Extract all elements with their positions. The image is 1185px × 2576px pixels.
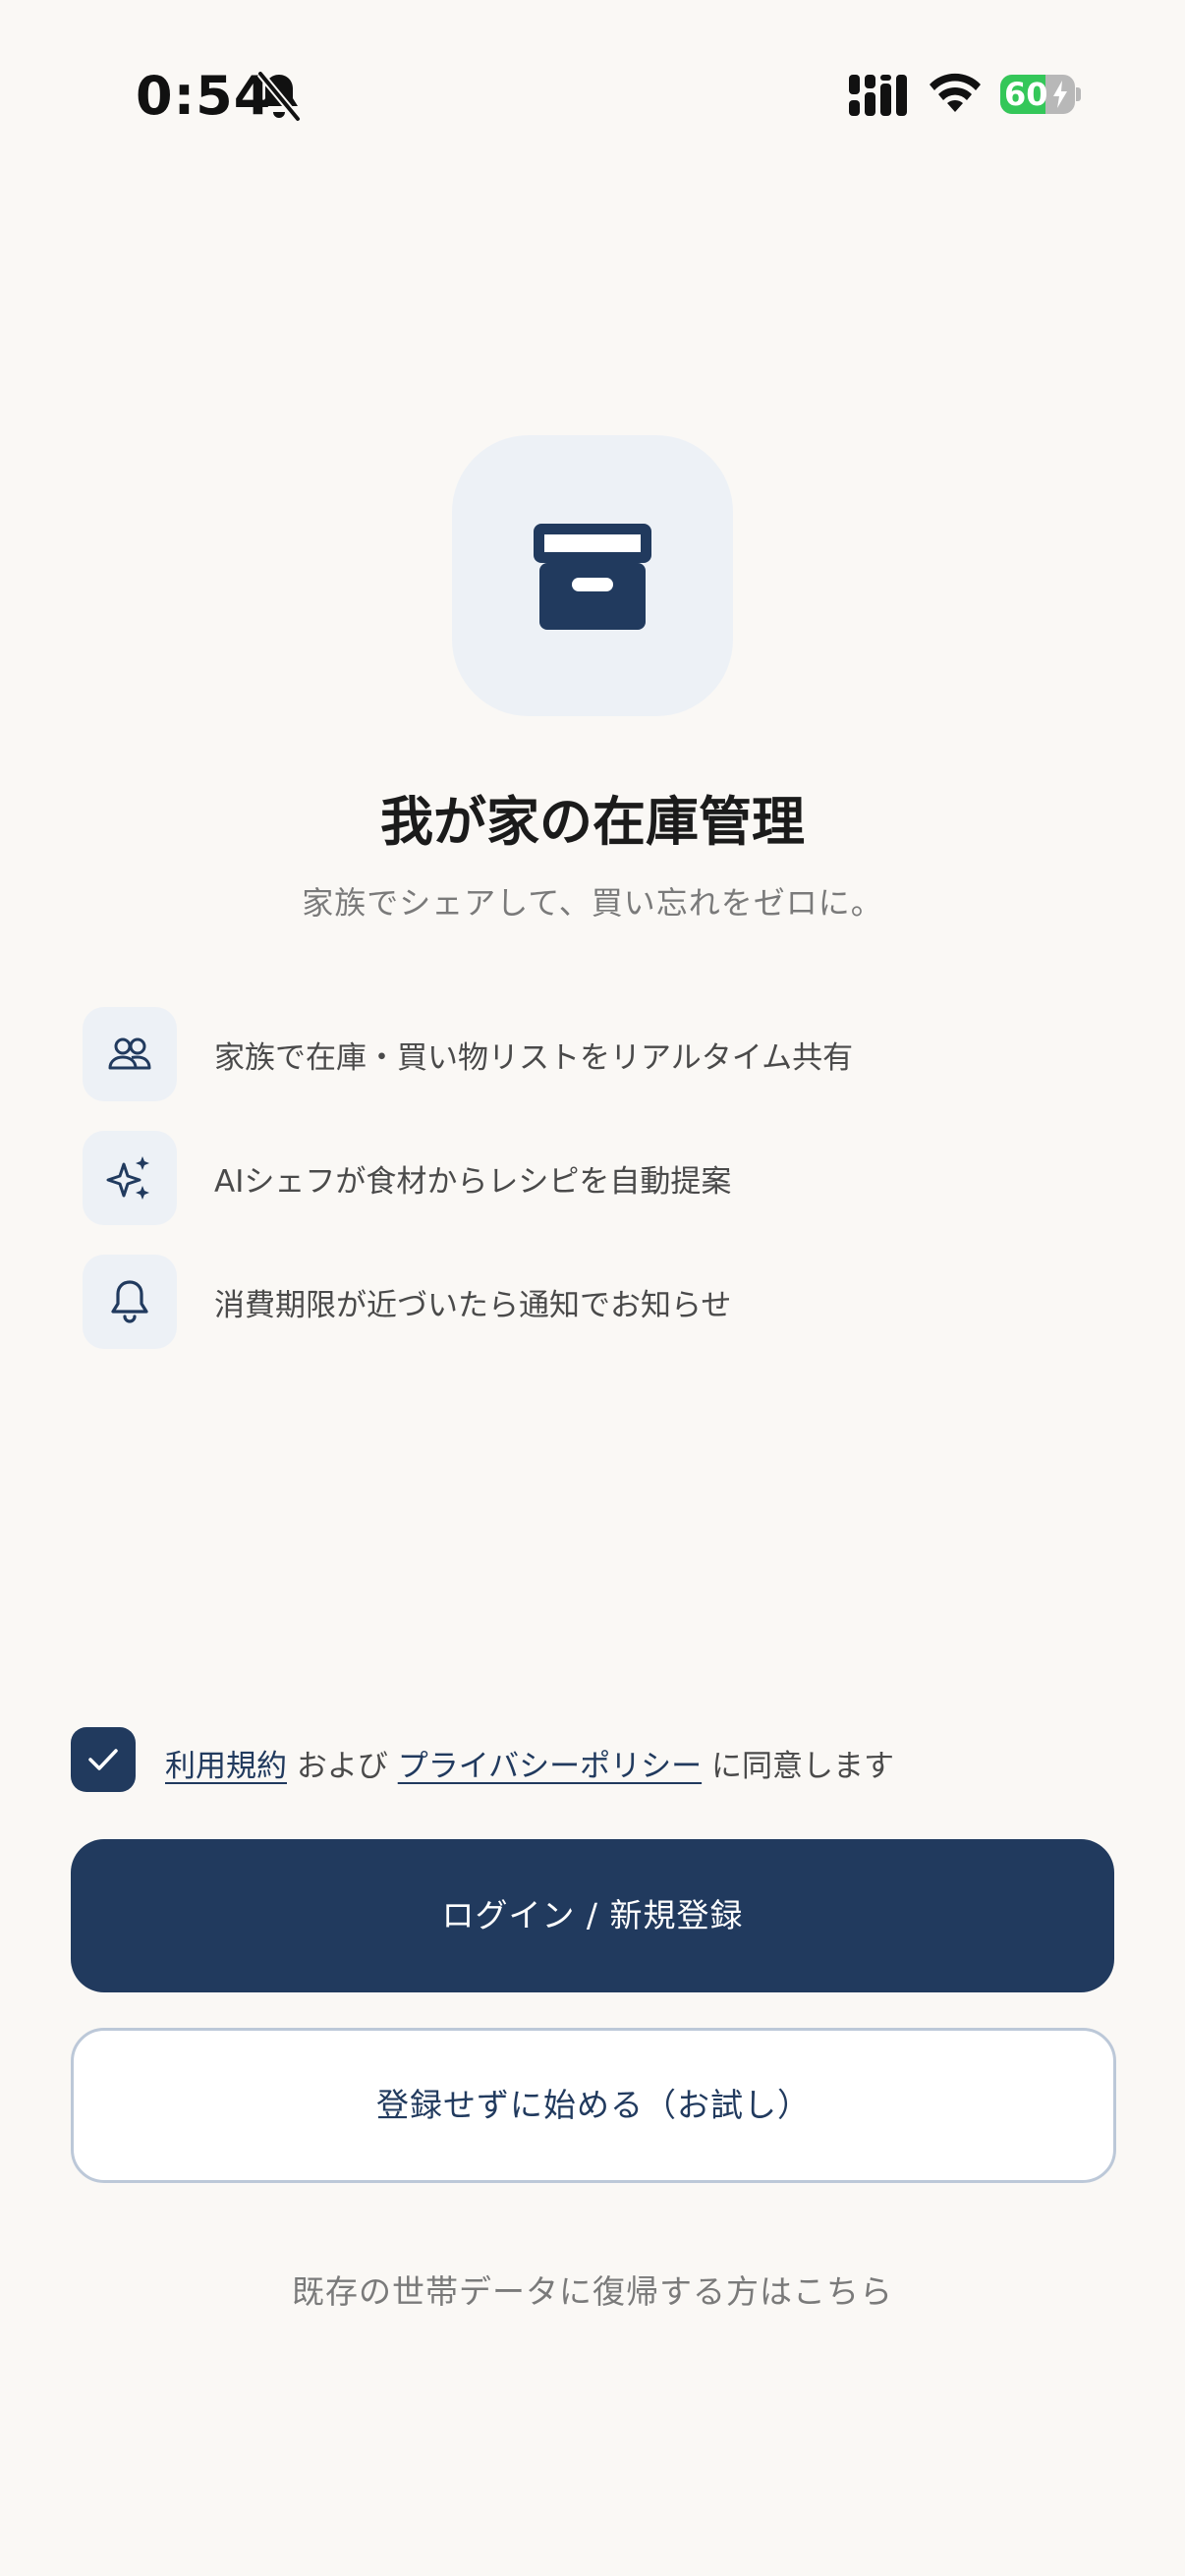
sparkles-icon <box>106 1156 149 1200</box>
app-subtitle: 家族でシェアして、買い忘れをゼロに。 <box>302 884 883 922</box>
feature-text: AIシェフが食材からレシピを自動提案 <box>214 1164 732 1200</box>
battery-body: 60 <box>1000 75 1075 114</box>
start-trial-button[interactable]: 登録せずに始める（お試し） <box>71 2028 1116 2183</box>
terms-of-service-link[interactable]: 利用規約 <box>165 1749 287 1784</box>
feature-item-ai-chef: AIシェフが食材からレシピを自動提案 <box>83 1131 1104 1225</box>
app-title: 我が家の在庫管理 <box>380 791 805 853</box>
archive-box-icon <box>534 524 651 630</box>
status-bar: 0:54 60 <box>0 59 1185 138</box>
restore-household-link[interactable]: 既存の世帯データに復帰する方はこちら <box>0 2266 1185 2313</box>
terms-consent-checkbox[interactable] <box>71 1727 136 1792</box>
cellular-signal-icon <box>849 75 907 116</box>
users-icon <box>108 1037 151 1070</box>
terms-consent-row: 利用規約 および プライバシーポリシー に同意します <box>71 1727 1112 1792</box>
battery-charging-icon: 60 <box>1000 75 1081 114</box>
feature-text: 消費期限が近づいたら通知でお知らせ <box>214 1288 732 1323</box>
battery-percentage: 60 <box>1004 76 1048 113</box>
welcome-screen: 0:54 60 我が家の在庫管理 家族でシェアして、買い忘れをゼロに。 家族で在… <box>0 0 1185 2576</box>
bell-icon <box>111 1280 148 1323</box>
consent-agree-text: に同意します <box>702 1749 894 1784</box>
checkmark-icon <box>88 1749 118 1770</box>
status-time: 0:54 <box>136 65 272 127</box>
wifi-icon <box>930 73 981 112</box>
feature-text: 家族で在庫・買い物リストをリアルタイム共有 <box>214 1040 854 1076</box>
feature-item-expiry-notification: 消費期限が近づいたら通知でお知らせ <box>83 1255 1104 1349</box>
login-signup-button[interactable]: ログイン / 新規登録 <box>71 1839 1114 1992</box>
privacy-policy-link[interactable]: プライバシーポリシー <box>398 1749 702 1784</box>
consent-and-text: および <box>287 1749 398 1784</box>
consent-text: 利用規約 および プライバシーポリシー に同意します <box>165 1741 894 1785</box>
app-logo-tile <box>452 435 733 716</box>
feature-icon-tile <box>83 1007 177 1101</box>
feature-icon-tile <box>83 1255 177 1349</box>
bell-off-icon <box>256 71 302 122</box>
charging-bolt-icon <box>1053 81 1067 108</box>
feature-icon-tile <box>83 1131 177 1225</box>
feature-item-family-sharing: 家族で在庫・買い物リストをリアルタイム共有 <box>83 1007 1104 1101</box>
battery-cap <box>1076 87 1081 101</box>
